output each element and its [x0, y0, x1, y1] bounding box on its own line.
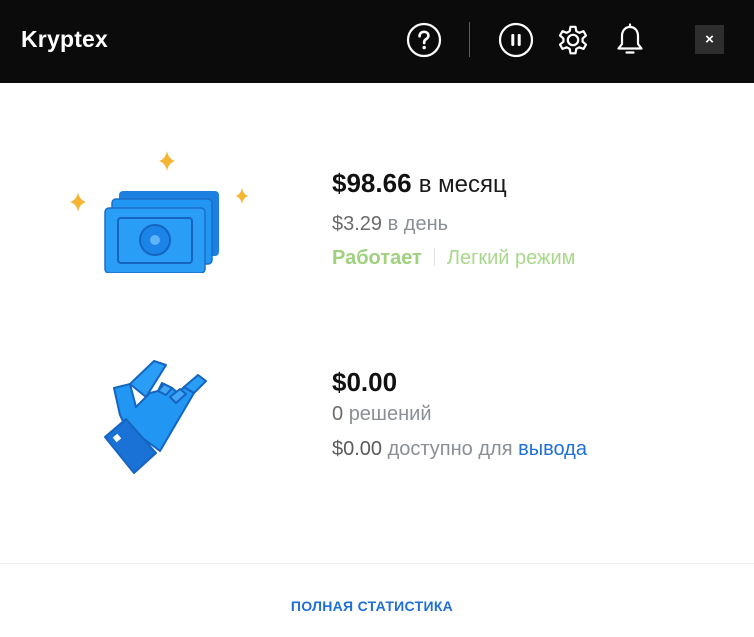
available-label: доступно для [387, 438, 513, 460]
status-separator [433, 248, 435, 266]
pause-circle-icon [498, 22, 534, 58]
withdraw-link[interactable]: вывода [518, 438, 587, 460]
solutions-label: решений [348, 403, 432, 425]
monthly-earnings: $98.66 в месяц [332, 168, 507, 199]
question-circle-icon [406, 22, 442, 58]
help-button[interactable] [406, 22, 442, 58]
gear-icon [558, 25, 588, 55]
monthly-amount: $98.66 [332, 168, 412, 198]
rock-hand-illustration [100, 355, 220, 475]
bell-icon [617, 23, 643, 54]
pause-button[interactable] [498, 22, 534, 58]
monthly-unit: в месяц [418, 171, 507, 198]
daily-amount: $3.29 [332, 213, 383, 235]
balance-amount: $0.00 [332, 367, 398, 397]
daily-earnings: $3.29 в день [332, 213, 448, 236]
daily-unit: в день [387, 213, 449, 235]
close-button[interactable]: × [695, 25, 724, 54]
mining-status: Работает Легкий режим [332, 247, 575, 270]
money-stack-illustration [64, 148, 254, 274]
available-withdrawal: $0.00 доступно для вывода [332, 438, 587, 461]
solutions-number: 0 [332, 403, 344, 425]
mode-easy[interactable]: Легкий режим [447, 247, 576, 269]
notifications-button[interactable] [612, 22, 648, 58]
app-header: Kryptex × [0, 0, 754, 83]
solutions-count: 0 решений [332, 403, 432, 426]
app-title: Kryptex [21, 26, 109, 52]
header-divider [469, 22, 470, 57]
available-amount: $0.00 [332, 438, 383, 460]
settings-button[interactable] [555, 22, 591, 58]
status-working[interactable]: Работает [332, 247, 422, 269]
footer-divider [0, 563, 754, 564]
full-statistics-link[interactable]: ПОЛНАЯ СТАТИСТИКА [0, 598, 744, 614]
